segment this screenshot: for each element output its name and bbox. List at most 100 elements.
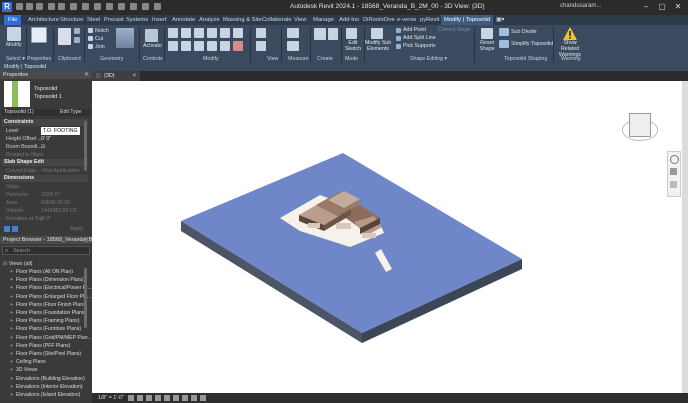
- mirror-icon[interactable]: [194, 28, 204, 38]
- list-item[interactable]: +3D Views: [10, 366, 37, 374]
- list-item[interactable]: + Elevations (Building Elevation): [10, 375, 85, 383]
- reset-shape-icon[interactable]: [481, 28, 493, 39]
- switch-windows-icon[interactable]: [142, 3, 149, 10]
- list-item[interactable]: + Elevations (Interior Elevation): [10, 383, 83, 391]
- subdivide-icon[interactable]: [499, 28, 509, 36]
- join-icon[interactable]: [88, 44, 93, 49]
- minimize-icon[interactable]: –: [640, 2, 652, 11]
- tab-e-verse[interactable]: e-verse: [397, 15, 416, 25]
- type-selector[interactable]: Toposolid (1) Edit Type: [2, 109, 90, 116]
- close-properties-icon[interactable]: ✕: [84, 71, 89, 78]
- close-hidden-icon[interactable]: [130, 3, 137, 10]
- list-item[interactable]: + Floor Plans (Site/Pool Plans): [10, 350, 81, 358]
- array-icon[interactable]: [194, 41, 204, 51]
- properties-help-icon[interactable]: [4, 226, 10, 232]
- list-item[interactable]: + Ceiling Plans: [10, 358, 46, 366]
- offset-icon[interactable]: [181, 28, 191, 38]
- dimension-icon[interactable]: [287, 41, 299, 51]
- list-item[interactable]: + Floor Plans (All ON Plan): [10, 268, 73, 276]
- measure-tool-icon[interactable]: [287, 28, 299, 38]
- warning-icon[interactable]: [563, 27, 577, 40]
- simplify-toposolid-icon[interactable]: [499, 40, 509, 48]
- save-icon[interactable]: [26, 3, 33, 10]
- modify-arrow-icon[interactable]: [7, 27, 21, 41]
- add-split-line-icon[interactable]: [396, 36, 401, 41]
- analysis-display-icon[interactable]: [200, 395, 206, 401]
- tab-dirootsone[interactable]: DiRootsOne: [363, 15, 395, 25]
- delete-icon[interactable]: [233, 41, 243, 51]
- geometry-tools-icon[interactable]: [116, 28, 134, 48]
- edit-type-button[interactable]: Edit Type: [60, 109, 82, 116]
- activate-icon[interactable]: [145, 29, 158, 42]
- trim-icon[interactable]: [220, 28, 230, 38]
- reveal-hidden-icon[interactable]: [182, 395, 188, 401]
- activate-button[interactable]: Activate: [143, 43, 162, 49]
- crop-view-icon[interactable]: [164, 395, 170, 401]
- list-item[interactable]: + Floor Plans (Grid/PM/MEP Plan...: [10, 334, 92, 342]
- model-canvas[interactable]: [92, 81, 682, 393]
- tree-root-views[interactable]: ⊟ Views (all): [3, 260, 32, 268]
- view-scale[interactable]: 1/8" = 1'-0": [98, 393, 124, 403]
- list-item[interactable]: + Floor Plans (Enlarged Floor Pla...: [10, 293, 91, 301]
- cut-clip-icon[interactable]: [74, 28, 80, 34]
- tab-modify-toposolid[interactable]: Modify | Toposolid: [441, 15, 494, 25]
- list-item[interactable]: + Floor Plans (Framing Plans): [10, 317, 79, 325]
- pick-supports-button[interactable]: Pick Supports: [403, 43, 436, 49]
- steering-wheel-icon[interactable]: [670, 155, 679, 164]
- worksharing-display-icon[interactable]: [191, 395, 197, 401]
- properties-scrollbar[interactable]: [84, 121, 87, 171]
- scale-icon[interactable]: [207, 41, 217, 51]
- constraints-section[interactable]: Constraints: [2, 119, 88, 126]
- add-split-line-button[interactable]: Add Split Line: [403, 35, 436, 41]
- print-icon[interactable]: [70, 3, 77, 10]
- qat-dropdown-icon[interactable]: [154, 3, 161, 10]
- tab-view[interactable]: View: [294, 15, 306, 25]
- list-item[interactable]: + Floor Plans (Foundation Plans): [10, 309, 86, 317]
- cut-icon[interactable]: [88, 36, 93, 41]
- tab-add-ins[interactable]: Add-Ins: [339, 15, 359, 25]
- text-icon[interactable]: [94, 3, 101, 10]
- close-browser-icon[interactable]: ✕: [84, 236, 89, 243]
- paste-icon[interactable]: [58, 28, 71, 45]
- subdivide-button[interactable]: Sub Divide: [511, 29, 537, 35]
- tab-systems[interactable]: Systems: [126, 15, 148, 25]
- edit-sketch-button[interactable]: Edit Sketch: [344, 40, 362, 52]
- properties-filter-icon[interactable]: [12, 226, 18, 232]
- close-view-tab-icon[interactable]: ✕: [132, 71, 137, 81]
- list-item[interactable]: + Floor Plans (PFF Plans): [10, 342, 70, 350]
- viewcube-box[interactable]: [629, 113, 651, 137]
- create-assembly-icon[interactable]: [314, 28, 326, 40]
- tab-precast[interactable]: Precast: [104, 15, 124, 25]
- notch-icon[interactable]: [88, 28, 93, 33]
- notch-button[interactable]: Notch: [95, 28, 109, 34]
- view-tab-3d[interactable]: ◫ {3D} ✕: [92, 71, 140, 81]
- search-input[interactable]: Search: [13, 247, 30, 255]
- sun-path-icon[interactable]: [146, 395, 152, 401]
- maximize-icon[interactable]: ▢: [656, 2, 668, 11]
- reset-shape-button[interactable]: Reset Shape: [477, 40, 497, 52]
- list-item[interactable]: + Floor Plans (Dimension Plans): [10, 276, 85, 284]
- visual-style-icon[interactable]: [137, 395, 143, 401]
- list-item[interactable]: + Floor Plans (Furniture Plans): [10, 325, 81, 333]
- edit-sketch-icon[interactable]: [346, 28, 357, 39]
- undo-icon[interactable]: [48, 3, 55, 10]
- temporary-hide-icon[interactable]: [173, 395, 179, 401]
- tab-architecture[interactable]: Architecture: [28, 15, 59, 25]
- viewport-scrollbar[interactable]: [682, 81, 688, 393]
- tab-massing-site[interactable]: Massing & Site: [223, 15, 262, 25]
- modify-sub-elements-icon[interactable]: [371, 28, 383, 39]
- detail-level-icon[interactable]: [128, 395, 134, 401]
- tab-collaborate[interactable]: Collaborate: [262, 15, 292, 25]
- section-icon[interactable]: [118, 3, 125, 10]
- hide-icon[interactable]: [256, 28, 266, 38]
- split-icon[interactable]: [233, 28, 243, 38]
- join-button[interactable]: Join: [95, 44, 105, 50]
- tab-structure[interactable]: Structure: [60, 15, 84, 25]
- 3d-view-icon[interactable]: [106, 3, 113, 10]
- add-point-icon[interactable]: [396, 28, 401, 33]
- align-icon[interactable]: [168, 28, 178, 38]
- redo-icon[interactable]: [58, 3, 65, 10]
- pin-icon[interactable]: [220, 41, 230, 51]
- rotate-icon[interactable]: [207, 28, 217, 38]
- cut-button[interactable]: Cut: [95, 36, 103, 42]
